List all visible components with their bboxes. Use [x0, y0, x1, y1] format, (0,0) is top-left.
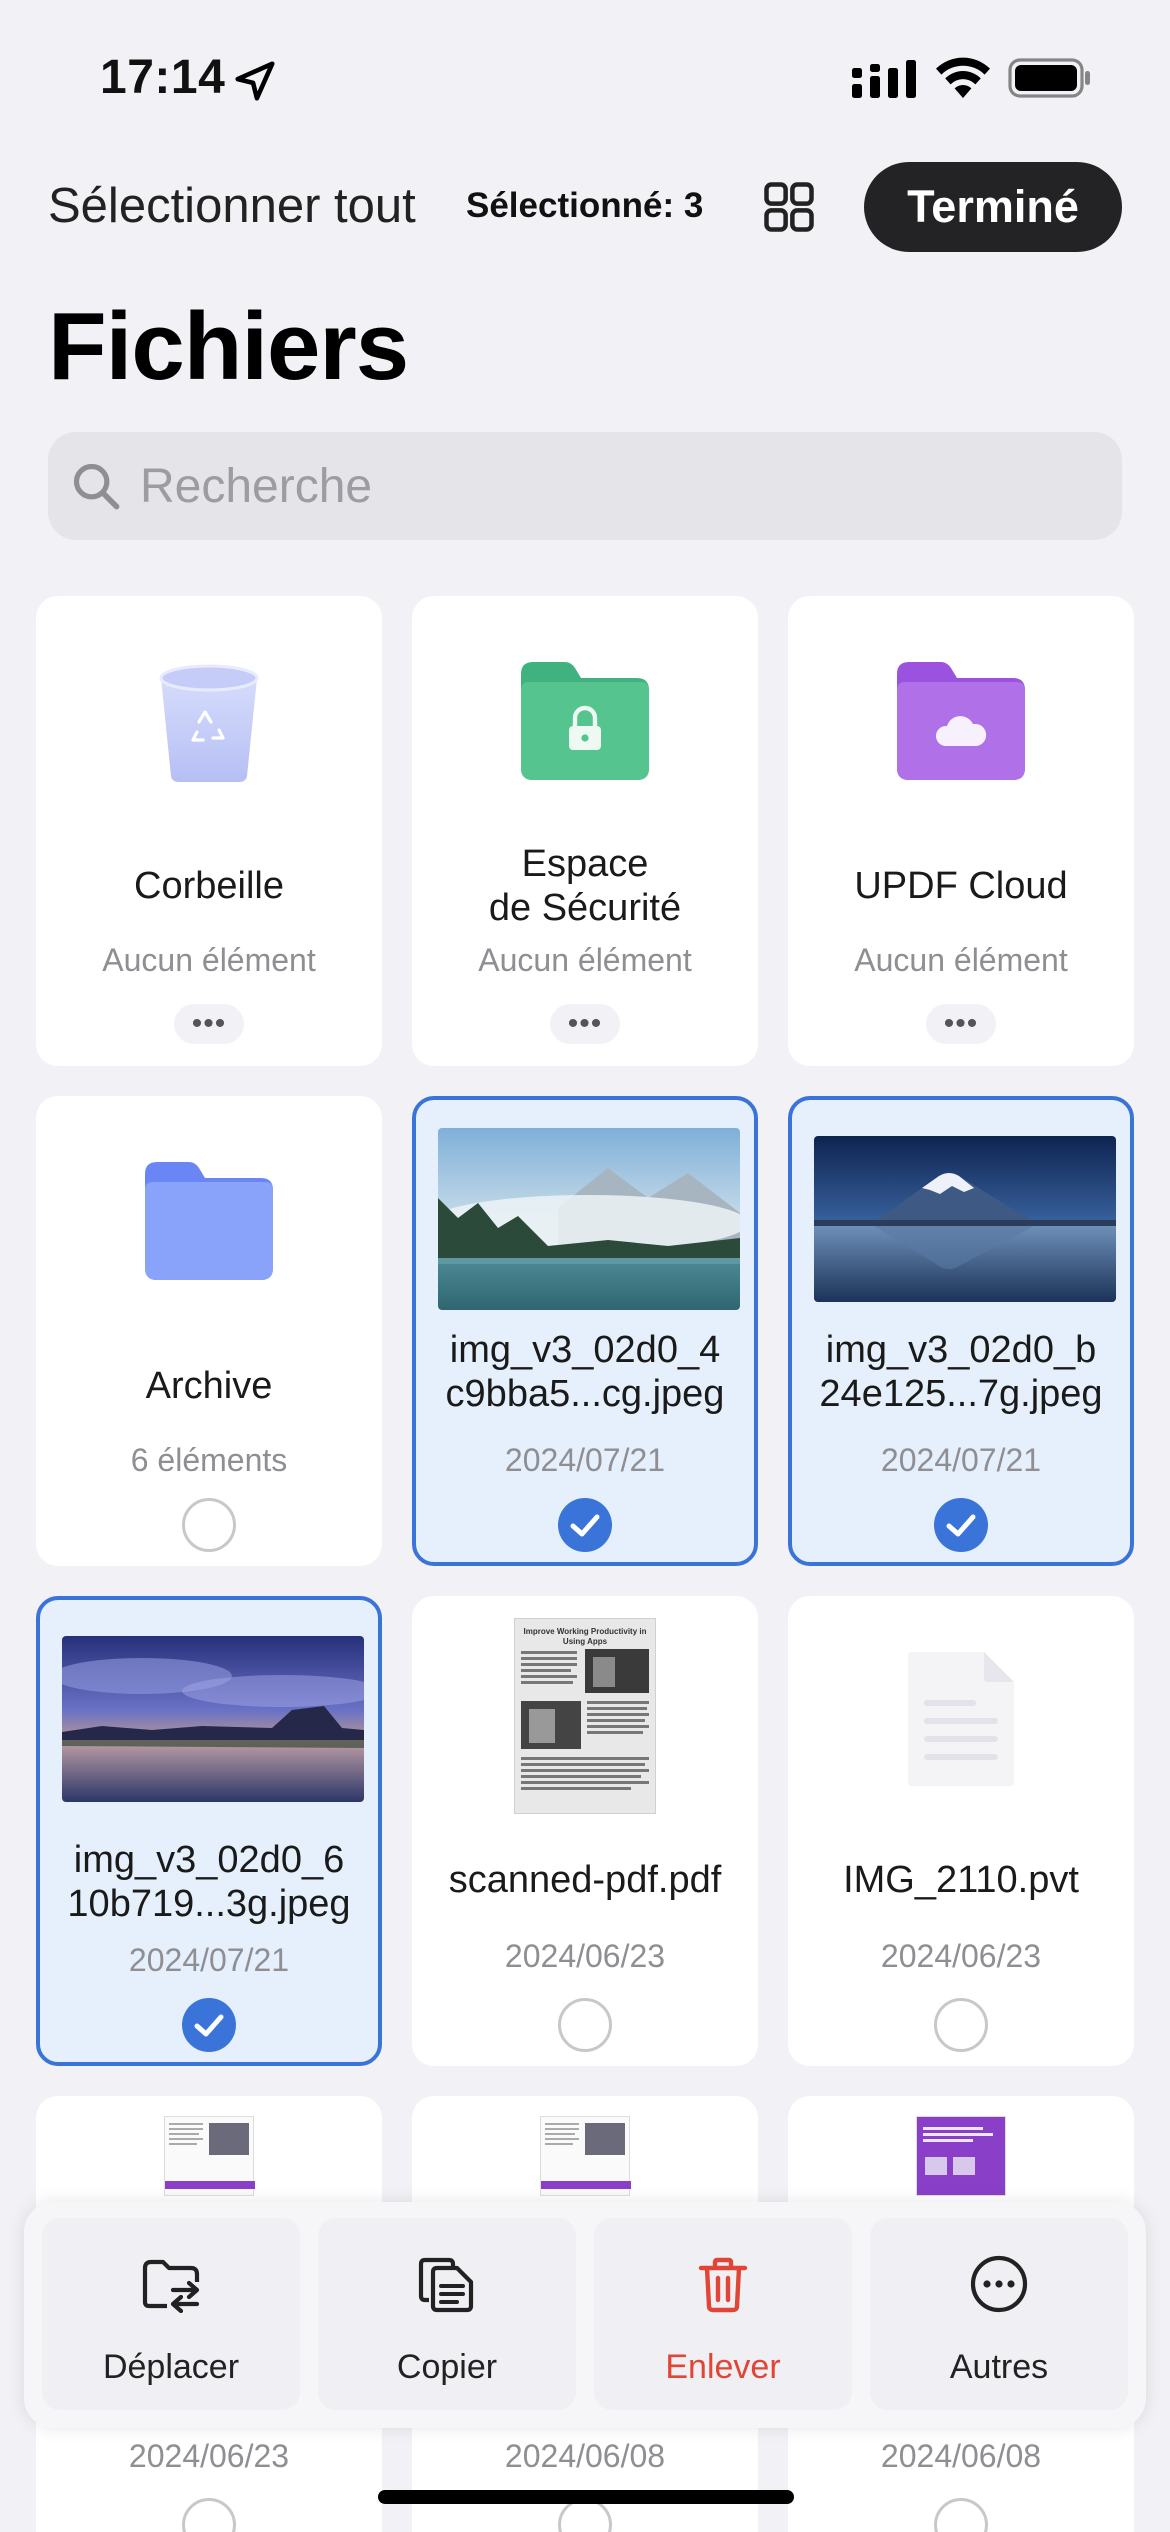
item-name-line2: 10b719...3g.jpeg [67, 1883, 351, 1925]
pdf-thumbnail-title: Improve Working Productivity in Using Ap… [523, 1627, 647, 1646]
select-checkbox-checked[interactable] [182, 1998, 236, 2052]
item-name-line1: Espace [521, 843, 649, 885]
select-checkbox[interactable] [934, 1998, 988, 2052]
folder-icon [145, 1162, 273, 1280]
file-card-image[interactable]: img_v3_02d0_6 10b719...3g.jpeg 2024/07/2… [36, 1596, 382, 2066]
item-name-line2: c9bba5...cg.jpeg [445, 1373, 725, 1415]
item-meta: 2024/07/21 [504, 1442, 666, 1478]
select-all-button[interactable]: Sélectionner tout [48, 178, 416, 234]
trash-icon [698, 2257, 748, 2313]
folder-card-trash[interactable]: Corbeille Aucun élément ••• [36, 596, 382, 1066]
folder-card-updf-cloud[interactable]: UPDF Cloud Aucun élément ••• [788, 596, 1134, 1066]
image-thumbnail [814, 1136, 1116, 1302]
cellular-signal-icon [852, 60, 916, 98]
checkmark-icon [946, 1514, 976, 1537]
wifi-icon [936, 57, 990, 98]
trash-bin-icon [159, 664, 259, 782]
item-meta: 2024/06/08 [504, 2438, 666, 2474]
copy-label: Copier [396, 2348, 498, 2386]
item-meta: 2024/07/21 [128, 1942, 290, 1978]
item-name-line1: img_v3_02d0_b [825, 1329, 1097, 1371]
checkmark-icon [570, 1514, 600, 1537]
checkmark-icon [194, 2014, 224, 2037]
cloud-folder-icon [897, 662, 1025, 780]
search-input[interactable] [140, 458, 1040, 514]
others-button[interactable]: Autres [870, 2218, 1128, 2410]
copy-button[interactable]: Copier [318, 2218, 576, 2410]
item-name: Corbeille [134, 865, 284, 907]
select-checkbox[interactable] [182, 1498, 236, 1552]
file-card-document[interactable]: IMG_2110.pvt 2024/06/23 [788, 1596, 1134, 2066]
status-time: 17:14 [100, 51, 226, 104]
item-meta: Aucun élément [854, 942, 1068, 978]
snow-mountain-image [814, 1136, 1116, 1302]
item-name-line2: de Sécurité [488, 887, 682, 929]
move-button[interactable]: Déplacer [42, 2218, 300, 2410]
pdf-thumbnail: Improve Working Productivity in Using Ap… [514, 1618, 656, 1814]
secure-folder-icon [521, 662, 649, 780]
item-name-line1: img_v3_02d0_4 [449, 1329, 721, 1371]
top-bar: Sélectionner tout Sélectionné: 3 Terminé [0, 160, 1170, 254]
bottom-action-bar: Déplacer Copier Enlever Autres [24, 2202, 1146, 2428]
select-checkbox[interactable] [934, 2498, 988, 2532]
folder-card-archive[interactable]: Archive 6 éléments [36, 1096, 382, 1566]
page-title: Fichiers [48, 293, 409, 400]
item-meta: 2024/06/23 [128, 2438, 290, 2474]
item-name: UPDF Cloud [854, 865, 1068, 907]
image-thumbnail [438, 1128, 740, 1310]
file-card-image[interactable]: img_v3_02d0_b 24e125...7g.jpeg 2024/07/2… [788, 1096, 1134, 1566]
item-name: IMG_2110.pvt [843, 1859, 1079, 1901]
item-meta: Aucun élément [478, 942, 692, 978]
item-meta: 2024/06/23 [880, 1938, 1042, 1974]
selected-count-label: Sélectionné: 3 [466, 186, 704, 225]
item-meta: 2024/06/23 [504, 1938, 666, 1974]
move-label: Déplacer [102, 2348, 240, 2386]
item-meta: 6 éléments [130, 1442, 288, 1478]
copy-icon [418, 2257, 474, 2313]
sunset-lake-image [62, 1636, 364, 1802]
item-meta: 2024/07/21 [880, 1442, 1042, 1478]
others-label: Autres [949, 2348, 1049, 2386]
item-meta: 2024/06/08 [880, 2438, 1042, 2474]
item-meta: Aucun élément [102, 942, 316, 978]
pdf-thumbnail [164, 2116, 255, 2196]
remove-button[interactable]: Enlever [594, 2218, 852, 2410]
item-name: Archive [145, 1365, 273, 1407]
select-checkbox[interactable] [558, 1998, 612, 2052]
document-icon [908, 1652, 1014, 1786]
battery-icon [1008, 58, 1090, 98]
select-checkbox-checked[interactable] [934, 1498, 988, 1552]
file-card-image[interactable]: img_v3_02d0_4 c9bba5...cg.jpeg 2024/07/2… [412, 1096, 758, 1566]
pdf-thumbnail [916, 2116, 1006, 2196]
item-name-line2: 24e125...7g.jpeg [819, 1373, 1103, 1415]
item-name: scanned-pdf.pdf [448, 1859, 722, 1901]
more-options-icon [970, 2255, 1028, 2313]
home-indicator[interactable] [378, 2490, 794, 2504]
search-bar[interactable] [48, 432, 1122, 540]
more-options-button[interactable]: ••• [926, 1004, 996, 1044]
image-thumbnail [62, 1636, 364, 1802]
more-options-button[interactable]: ••• [550, 1004, 620, 1044]
more-options-button[interactable]: ••• [174, 1004, 244, 1044]
pdf-thumbnail [540, 2116, 631, 2196]
remove-label: Enlever [665, 2348, 781, 2386]
select-checkbox[interactable] [182, 2498, 236, 2532]
grid-view-icon[interactable] [762, 180, 816, 234]
done-button[interactable]: Terminé [864, 162, 1122, 252]
move-folder-icon [142, 2259, 200, 2314]
file-card-pdf[interactable]: Improve Working Productivity in Using Ap… [412, 1596, 758, 2066]
item-name-line1: img_v3_02d0_6 [73, 1839, 345, 1881]
folder-card-secure-space[interactable]: Espace de Sécurité Aucun élément ••• [412, 596, 758, 1066]
select-checkbox-checked[interactable] [558, 1498, 612, 1552]
location-arrow-icon [235, 61, 275, 101]
search-icon [73, 463, 120, 510]
status-bar: 17:14 [0, 0, 1170, 150]
mountain-lake-image [438, 1128, 740, 1310]
